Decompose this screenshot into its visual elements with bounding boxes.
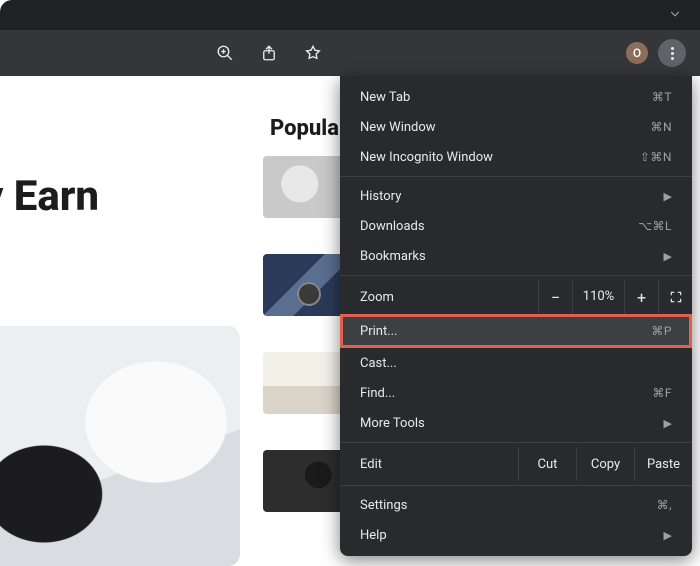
- menu-new-tab[interactable]: New Tab ⌘T: [340, 82, 692, 112]
- zoom-value: 110%: [572, 280, 624, 314]
- zoom-out-button[interactable]: −: [538, 280, 572, 314]
- menu-settings[interactable]: Settings ⌘,: [340, 490, 692, 520]
- menu-label: New Tab: [360, 90, 652, 105]
- menu-help[interactable]: Help ▶: [340, 520, 692, 550]
- browser-menu: New Tab ⌘T New Window ⌘N New Incognito W…: [340, 76, 692, 556]
- bookmark-star-icon[interactable]: [302, 42, 324, 64]
- menu-label: Cast...: [360, 356, 672, 371]
- avatar-letter: O: [633, 46, 641, 60]
- menu-edit: Edit Cut Copy Paste: [340, 447, 692, 481]
- menu-history[interactable]: History ▶: [340, 181, 692, 211]
- menu-print[interactable]: Print... ⌘P: [340, 314, 692, 348]
- menu-button[interactable]: [658, 39, 686, 67]
- menu-more-tools[interactable]: More Tools ▶: [340, 408, 692, 438]
- menu-separator: [340, 275, 692, 276]
- sidebar-heading: Popula: [270, 116, 339, 141]
- hero-image: [0, 326, 240, 566]
- cut-button[interactable]: Cut: [518, 447, 576, 481]
- menu-cast[interactable]: Cast...: [340, 348, 692, 378]
- share-icon[interactable]: [258, 42, 280, 64]
- menu-label: New Incognito Window: [360, 150, 640, 165]
- menu-shortcut: ⇧⌘N: [640, 150, 672, 164]
- menu-label: More Tools: [360, 416, 664, 431]
- menu-label: Settings: [360, 498, 657, 513]
- chrome-titlebar: [0, 0, 700, 30]
- page-headline: eally Earn: [0, 172, 99, 221]
- menu-separator: [340, 176, 692, 177]
- menu-zoom: Zoom − 110% +: [340, 280, 692, 314]
- menu-label: New Window: [360, 120, 650, 135]
- menu-separator: [340, 442, 692, 443]
- menu-find[interactable]: Find... ⌘F: [340, 378, 692, 408]
- menu-shortcut: ⌘F: [652, 386, 672, 400]
- profile-avatar[interactable]: O: [626, 42, 648, 64]
- menu-label: Zoom: [360, 290, 538, 305]
- fullscreen-button[interactable]: [658, 280, 692, 314]
- menu-label: Downloads: [360, 219, 638, 234]
- menu-bookmarks[interactable]: Bookmarks ▶: [340, 241, 692, 271]
- zoom-in-button[interactable]: +: [624, 280, 658, 314]
- menu-label: Help: [360, 528, 664, 543]
- menu-downloads[interactable]: Downloads ⌥⌘L: [340, 211, 692, 241]
- menu-new-window[interactable]: New Window ⌘N: [340, 112, 692, 142]
- menu-label: Edit: [360, 457, 518, 472]
- chevron-right-icon: ▶: [664, 250, 672, 263]
- kebab-icon: [671, 47, 674, 60]
- menu-shortcut: ⌘N: [650, 120, 672, 134]
- chevron-right-icon: ▶: [664, 417, 672, 430]
- copy-button[interactable]: Copy: [576, 447, 634, 481]
- menu-shortcut: ⌘P: [651, 324, 672, 338]
- menu-label: Print...: [360, 324, 651, 339]
- menu-shortcut: ⌘,: [657, 498, 672, 512]
- chevron-right-icon: ▶: [664, 190, 672, 203]
- menu-label: Bookmarks: [360, 249, 664, 264]
- chevron-down-icon[interactable]: [668, 6, 682, 25]
- toolbar: O: [0, 30, 700, 76]
- paste-button[interactable]: Paste: [634, 447, 692, 481]
- menu-new-incognito[interactable]: New Incognito Window ⇧⌘N: [340, 142, 692, 172]
- menu-label: History: [360, 189, 664, 204]
- zoom-icon[interactable]: [214, 42, 236, 64]
- menu-separator: [340, 485, 692, 486]
- menu-label: Find...: [360, 386, 652, 401]
- menu-shortcut: ⌘T: [652, 90, 672, 104]
- menu-shortcut: ⌥⌘L: [638, 219, 672, 233]
- chevron-right-icon: ▶: [664, 529, 672, 542]
